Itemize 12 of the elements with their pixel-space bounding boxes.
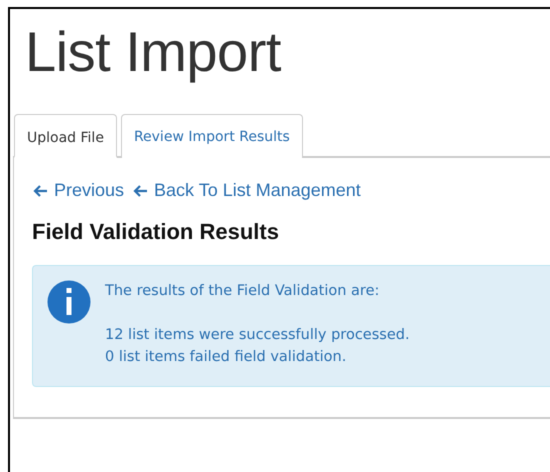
tab[interactable]: Review Import Results bbox=[120, 114, 303, 158]
tab[interactable]: Upload File bbox=[14, 114, 117, 158]
page-title: List Import bbox=[24, 19, 282, 85]
alert-message: 0 list items failed field validation. bbox=[105, 348, 348, 367]
alert-message: 12 list items were successfully processed. bbox=[105, 326, 410, 345]
back-link[interactable]: Previous bbox=[32, 180, 124, 201]
left-arrow-icon bbox=[32, 184, 48, 198]
section-title: Field Validation Results bbox=[32, 219, 280, 245]
back-link[interactable]: Back To List Management bbox=[132, 180, 361, 201]
alert-message: The results of the Field Validation are: bbox=[105, 282, 380, 301]
left-arrow-icon bbox=[132, 184, 148, 198]
info-icon bbox=[47, 280, 91, 324]
